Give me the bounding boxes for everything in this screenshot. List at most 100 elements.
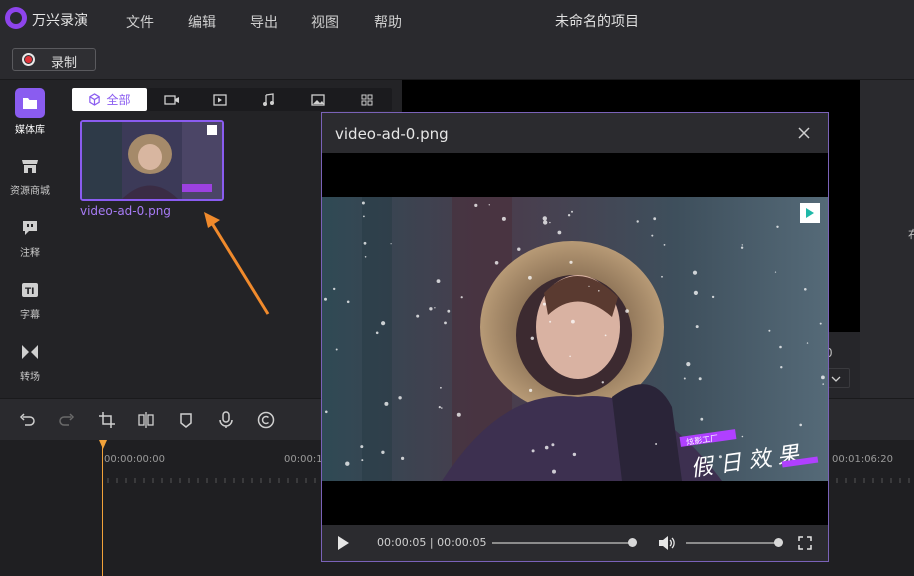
filter-tab-video[interactable] [160, 88, 184, 111]
caption-icon: TI [22, 283, 38, 297]
nav-item-annotation[interactable]: 注释 [0, 218, 60, 259]
title-bar: 万兴录演 文件 编辑 导出 视图 帮助 未命名的项目 [0, 0, 914, 42]
snowflake [530, 336, 534, 340]
properties-panel: 布 [860, 80, 914, 398]
snowflake [434, 307, 436, 309]
menu-file[interactable]: 文件 [126, 12, 154, 32]
crop-icon[interactable] [98, 411, 116, 429]
media-item-name: video-ad-0.png [80, 204, 171, 218]
snowflake [698, 377, 702, 381]
annotation-icon [23, 221, 37, 235]
snowflake [364, 256, 367, 258]
snowflake [390, 243, 392, 245]
snowflake [779, 345, 782, 349]
music-icon [263, 92, 274, 106]
nav-item-media-library[interactable]: 媒体库 [0, 88, 60, 136]
nav-label: 资源商城 [10, 186, 50, 197]
progress-track[interactable] [492, 542, 632, 544]
snowflake [494, 261, 499, 265]
snowflake [601, 381, 604, 384]
snowflake [572, 452, 577, 457]
snowflake [804, 288, 807, 291]
tick-label: 00:00:00:00 [104, 454, 166, 465]
snowflake [549, 221, 551, 224]
snowflake [651, 234, 654, 237]
menu-edit[interactable]: 编辑 [188, 12, 216, 32]
filter-tab-image[interactable] [306, 88, 330, 111]
snowflake [741, 244, 743, 246]
snowflake [456, 412, 461, 417]
menu-export[interactable]: 导出 [250, 12, 278, 32]
snowflake [683, 377, 686, 380]
image-icon [311, 93, 325, 106]
snowflake [692, 270, 698, 275]
snowflake [384, 401, 389, 406]
mic-icon[interactable] [217, 411, 235, 429]
snowflake [361, 459, 364, 462]
play-icon [213, 93, 227, 106]
split-icon[interactable] [137, 411, 155, 429]
snowflake [460, 296, 463, 299]
play-button-icon[interactable] [336, 535, 350, 551]
filter-tab-all-types[interactable] [355, 88, 379, 111]
nav-item-store[interactable]: 资源商城 [0, 156, 60, 197]
filter-tab-all[interactable]: 全部 [72, 88, 147, 111]
menu-help[interactable]: 帮助 [374, 12, 402, 32]
snowflake [360, 445, 364, 449]
snowflake [501, 216, 506, 221]
volume-icon[interactable] [658, 535, 676, 551]
nav-item-transition[interactable]: 转场 [0, 342, 60, 383]
app-window: 万兴录演 文件 编辑 导出 视图 帮助 未命名的项目 录制 媒体库 资源商城 注… [0, 0, 914, 576]
snowflake [345, 461, 350, 466]
snowflake [661, 275, 663, 278]
snowflake [542, 216, 547, 221]
redo-icon[interactable] [58, 411, 76, 429]
nav-label: 注释 [20, 248, 40, 259]
snowflake [436, 279, 441, 283]
snowflake [821, 375, 825, 380]
snowflake [416, 314, 420, 318]
nav-item-caption[interactable]: TI 字幕 [0, 280, 60, 321]
playhead-handle[interactable] [99, 440, 107, 449]
undo-icon[interactable] [18, 411, 36, 429]
media-filter-bar: 全部 [72, 88, 392, 111]
record-label: 录制 [51, 56, 78, 71]
thumbnail-image [82, 122, 222, 199]
menu-view[interactable]: 视图 [311, 12, 339, 32]
snowflake [517, 247, 521, 251]
preview-dialog: video-ad-0.png 炫影工厂 假 日 效 果 00:00:05 | 0… [321, 112, 829, 562]
progress-knob[interactable] [628, 538, 637, 547]
svg-text:TI: TI [25, 287, 35, 297]
volume-track[interactable] [686, 542, 778, 544]
snowflake [544, 445, 549, 450]
app-logo [5, 7, 27, 29]
copyright-icon[interactable] [257, 411, 275, 429]
marker-icon[interactable] [177, 411, 195, 429]
fullscreen-icon[interactable] [798, 536, 812, 550]
video-icon [164, 94, 179, 105]
snowflake [567, 214, 571, 217]
record-button[interactable]: 录制 [12, 48, 96, 71]
grid-icon [361, 94, 373, 105]
playhead-line[interactable] [102, 440, 103, 576]
snowflake [741, 435, 744, 438]
filter-tab-media[interactable] [208, 88, 232, 111]
snowflake [549, 320, 552, 323]
record-dot-icon [22, 53, 35, 66]
top-toolbar: 录制 [0, 42, 914, 80]
snowflake [438, 406, 441, 409]
snowflake [325, 410, 328, 414]
snowflake [528, 275, 532, 280]
volume-knob[interactable] [774, 538, 783, 547]
snowflake [598, 290, 600, 292]
properties-label: 布 [908, 226, 914, 243]
filter-all-label: 全部 [106, 93, 131, 107]
snowflake [780, 366, 783, 369]
photo-artwork: 炫影工厂 假 日 效 果 [322, 197, 828, 481]
snowflake [375, 331, 379, 335]
media-thumbnail[interactable] [80, 120, 224, 201]
filter-tab-audio[interactable] [256, 88, 280, 111]
close-icon[interactable] [796, 125, 812, 141]
snowflake [819, 322, 822, 325]
snowflake [543, 220, 548, 225]
